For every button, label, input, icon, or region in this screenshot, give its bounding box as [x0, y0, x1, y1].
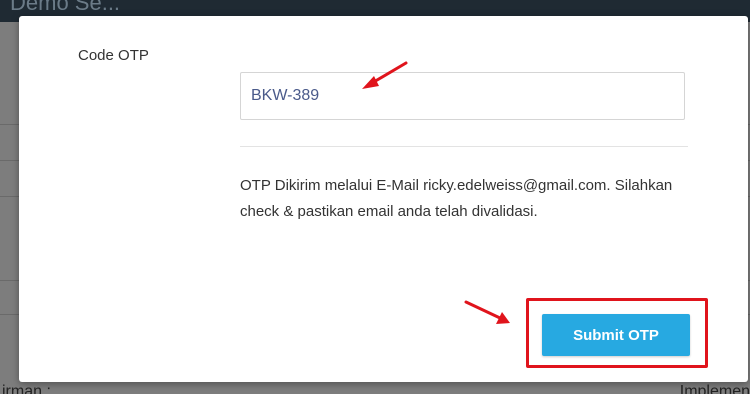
red-arrow-icon: [464, 300, 510, 324]
red-arrow-icon: [362, 61, 408, 89]
annotation-layer: [362, 61, 510, 324]
